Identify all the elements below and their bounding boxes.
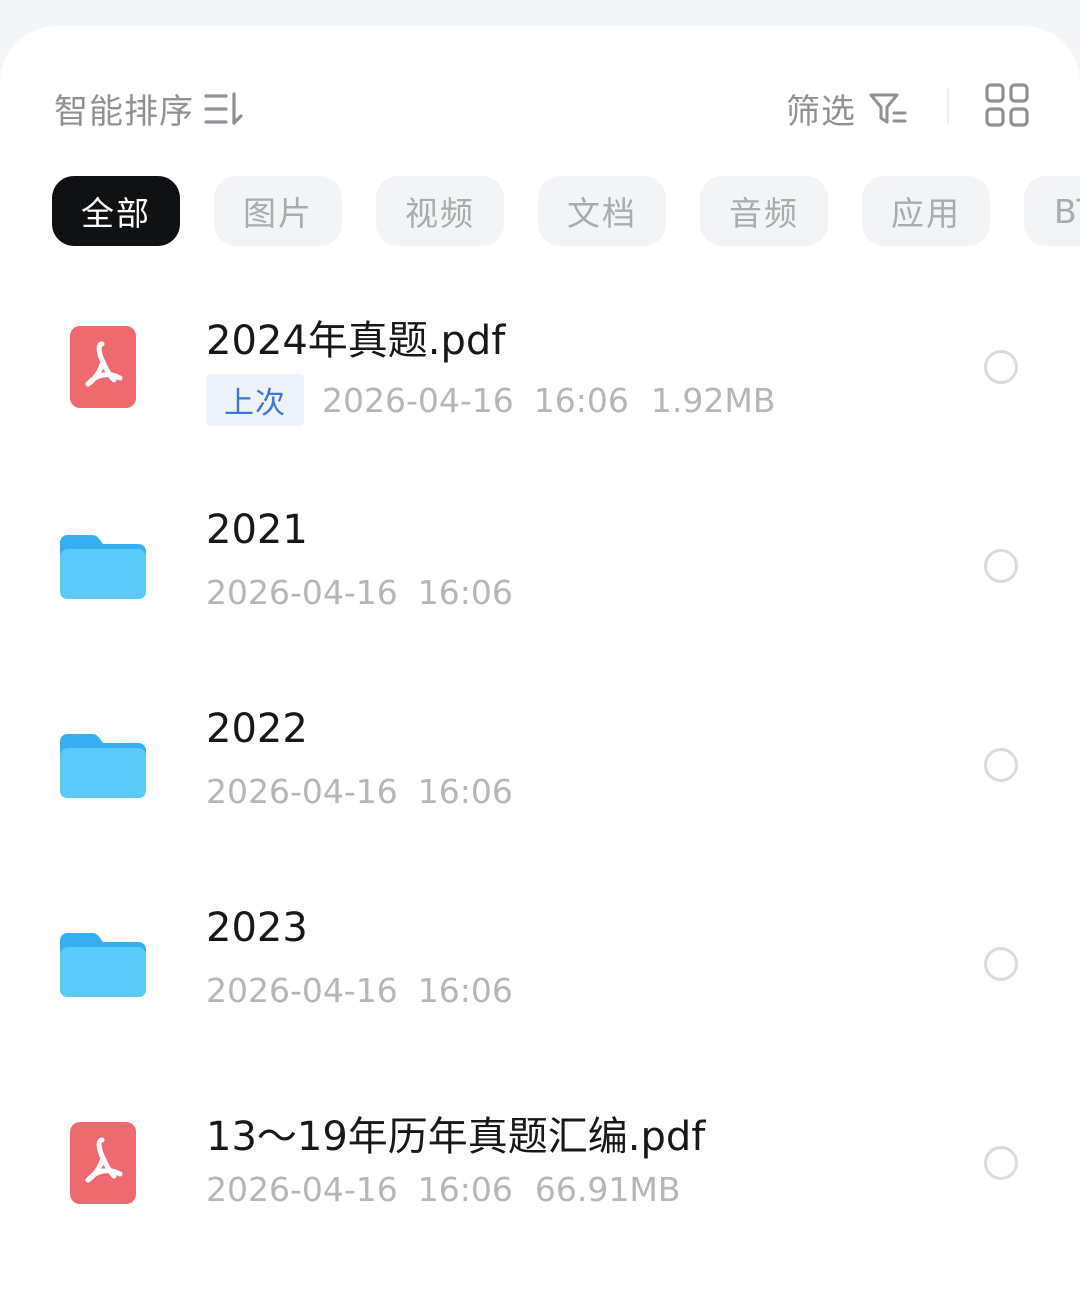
folder-icon [60, 535, 146, 599]
chip-videos[interactable]: 视频 [376, 176, 504, 246]
file-date: 2026-04-16 [206, 573, 398, 612]
file-meta: 上次 2026-04-16 16:06 1.92MB [206, 374, 775, 426]
pdf-icon [70, 326, 136, 408]
file-name: 2022 [206, 706, 308, 752]
chip-all[interactable]: 全部 [52, 176, 180, 246]
file-time: 16:06 [417, 971, 513, 1010]
chip-apps[interactable]: 应用 [862, 176, 990, 246]
grid-view-toggle[interactable] [984, 82, 1030, 128]
file-row[interactable]: 2022 2026-04-16 16:06 [0, 676, 1080, 875]
select-radio[interactable] [984, 549, 1018, 583]
chip-bt[interactable]: BT [1024, 176, 1080, 246]
file-time: 16:06 [417, 1170, 513, 1209]
grid-view-icon [985, 83, 1029, 127]
category-chip-bar: 全部 图片 视频 文档 音频 应用 BT [52, 176, 1080, 246]
file-meta: 2026-04-16 16:06 66.91MB [206, 1170, 680, 1209]
list-toolbar: 智能排序 筛选 [0, 78, 1080, 134]
file-size: 1.92MB [650, 380, 776, 420]
folder-icon [60, 933, 146, 997]
filter-control[interactable]: 筛选 [786, 84, 908, 133]
toolbar-divider [947, 88, 949, 124]
file-size: 66.91MB [534, 1170, 681, 1209]
file-browser-panel: 智能排序 筛选 全部 图片 视频 文档 音频 应用 B 2024年真题.pdf … [0, 26, 1080, 1296]
file-name: 2023 [206, 905, 308, 951]
file-date: 2026-04-16 [322, 380, 514, 420]
sort-lines-icon [204, 91, 243, 125]
file-meta: 2026-04-16 16:06 [206, 573, 535, 612]
file-list: 2024年真题.pdf 上次 2026-04-16 16:06 1.92MB 2… [0, 278, 1080, 1273]
file-time: 16:06 [417, 573, 513, 612]
filter-funnel-icon [869, 93, 907, 123]
folder-icon [60, 734, 146, 798]
file-row[interactable]: 2024年真题.pdf 上次 2026-04-16 16:06 1.92MB [0, 278, 1080, 477]
select-radio[interactable] [984, 1146, 1018, 1180]
file-row[interactable]: 2023 2026-04-16 16:06 [0, 875, 1080, 1074]
chip-audio[interactable]: 音频 [700, 176, 828, 246]
filter-label: 筛选 [786, 92, 856, 132]
file-time: 16:06 [417, 772, 513, 811]
file-row[interactable]: 2021 2026-04-16 16:06 [0, 477, 1080, 676]
file-date: 2026-04-16 [206, 772, 398, 811]
file-name: 13～19年历年真题汇编.pdf [206, 1114, 706, 1160]
select-radio[interactable] [984, 947, 1018, 981]
sort-label: 智能排序 [54, 92, 194, 132]
pdf-icon [70, 1122, 136, 1204]
file-meta: 2026-04-16 16:06 [206, 772, 535, 811]
file-date: 2026-04-16 [206, 1170, 398, 1209]
recent-badge: 上次 [206, 374, 304, 426]
chip-images[interactable]: 图片 [214, 176, 342, 246]
file-date: 2026-04-16 [206, 971, 398, 1010]
chip-documents[interactable]: 文档 [538, 176, 666, 246]
select-radio[interactable] [984, 350, 1018, 384]
select-radio[interactable] [984, 748, 1018, 782]
file-name: 2021 [206, 507, 308, 553]
file-name: 2024年真题.pdf [206, 318, 506, 364]
sort-control[interactable]: 智能排序 [54, 84, 244, 133]
file-meta: 2026-04-16 16:06 [206, 971, 535, 1010]
file-time: 16:06 [533, 380, 629, 420]
file-row[interactable]: 13～19年历年真题汇编.pdf 2026-04-16 16:06 66.91M… [0, 1074, 1080, 1273]
